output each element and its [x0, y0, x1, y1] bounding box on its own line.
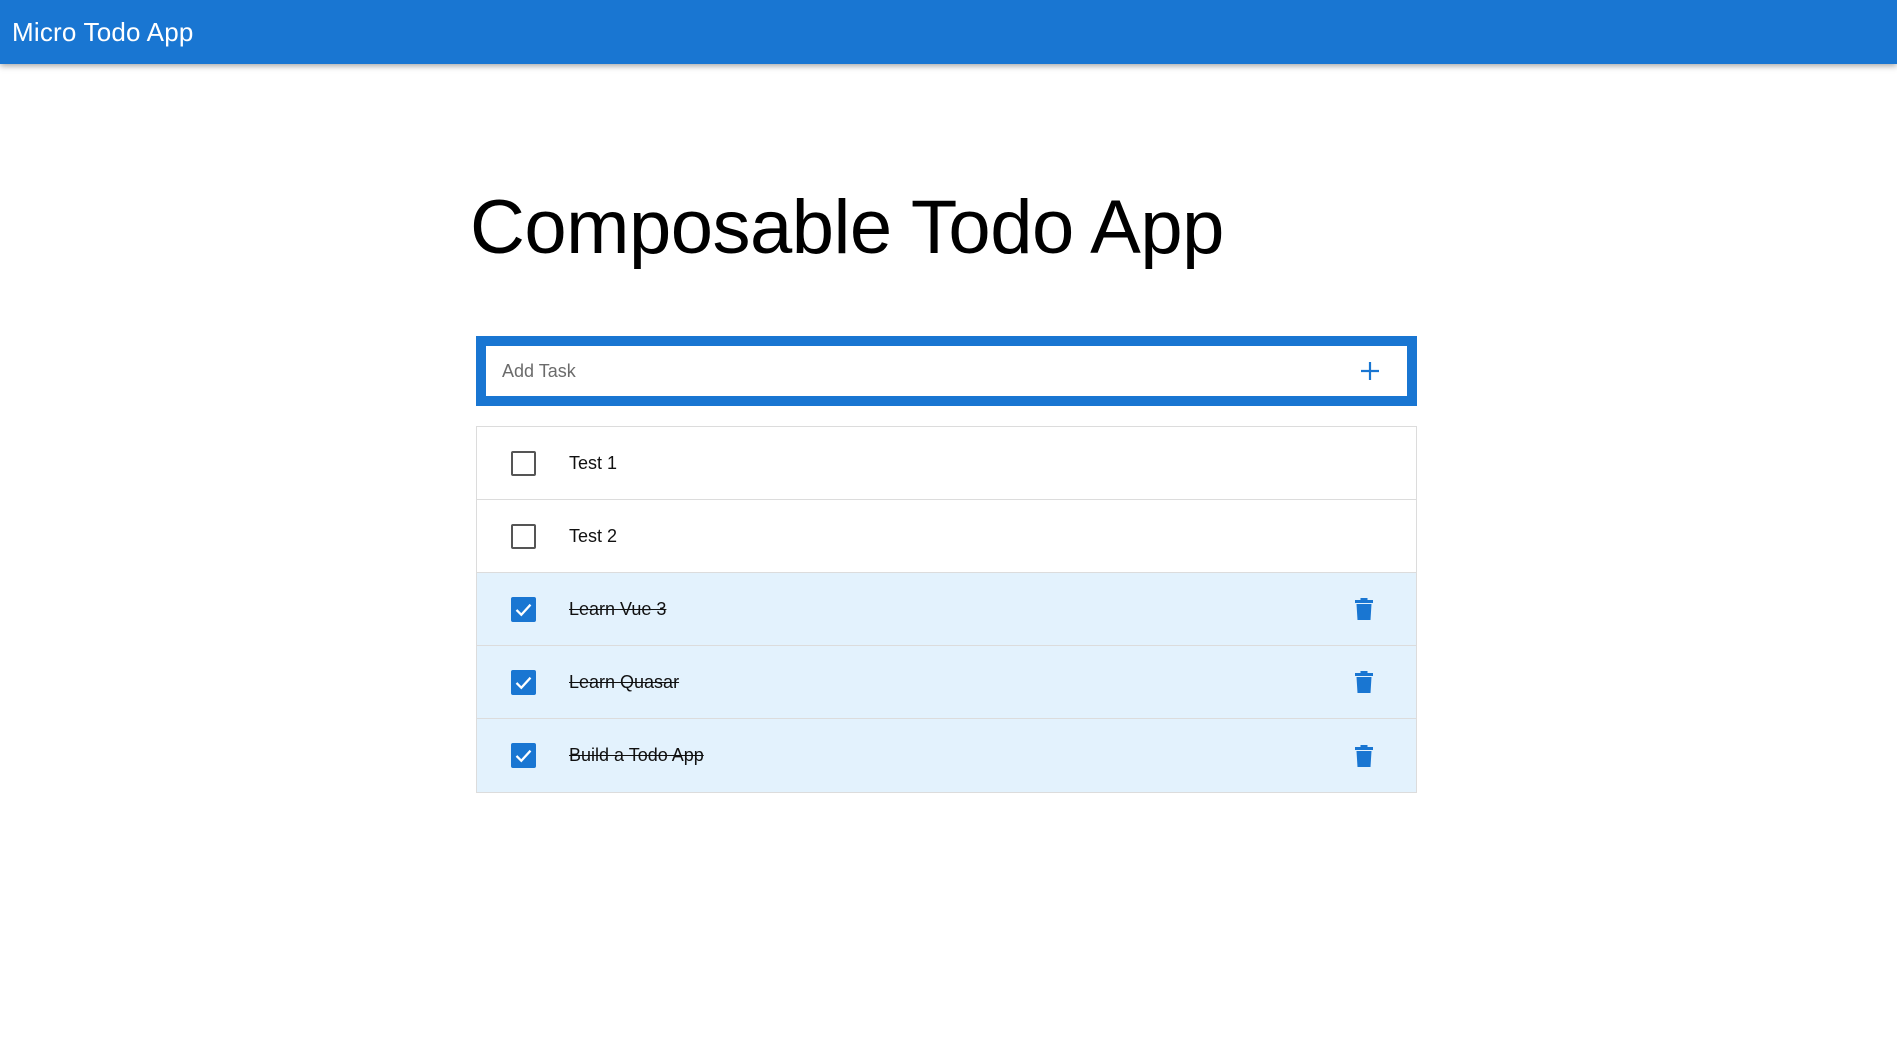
check-icon — [515, 749, 532, 763]
task-checkbox[interactable] — [511, 596, 536, 622]
task-label: Learn Vue 3 — [569, 598, 667, 619]
task-list: Test 1 Test 2 Learn Vue 3 Learn Quasar B… — [476, 426, 1417, 793]
add-task-bar — [476, 336, 1417, 406]
delete-task-button[interactable] — [1344, 662, 1384, 702]
task-checkbox[interactable] — [511, 523, 536, 549]
app-header: Micro Todo App — [0, 0, 1897, 64]
add-task-button[interactable] — [1345, 346, 1395, 396]
trash-icon — [1355, 744, 1373, 767]
check-icon — [515, 603, 532, 616]
main-content: Composable Todo App Test 1 Test 2 Learn — [0, 64, 1897, 1040]
task-row: Learn Quasar — [477, 646, 1416, 719]
task-label: Test 1 — [569, 452, 618, 473]
app-title: Micro Todo App — [12, 16, 194, 47]
task-row: Test 1 — [477, 427, 1416, 500]
check-icon — [515, 676, 532, 689]
plus-icon — [1361, 362, 1379, 380]
add-task-input[interactable] — [486, 346, 1345, 396]
trash-icon — [1355, 598, 1373, 620]
task-label: Build a Todo App — [569, 745, 704, 765]
delete-task-button[interactable] — [1344, 589, 1384, 629]
page-title: Composable Todo App — [470, 185, 1224, 270]
task-checkbox[interactable] — [511, 669, 536, 695]
task-label: Learn Quasar — [569, 671, 680, 692]
task-row: Learn Vue 3 — [477, 573, 1416, 646]
task-checkbox[interactable] — [511, 743, 536, 768]
task-row: Test 2 — [477, 500, 1416, 573]
task-checkbox[interactable] — [511, 450, 536, 476]
trash-icon — [1355, 671, 1373, 693]
task-row: Build a Todo App — [477, 719, 1416, 792]
delete-task-button[interactable] — [1344, 736, 1384, 776]
task-label: Test 2 — [569, 525, 618, 546]
